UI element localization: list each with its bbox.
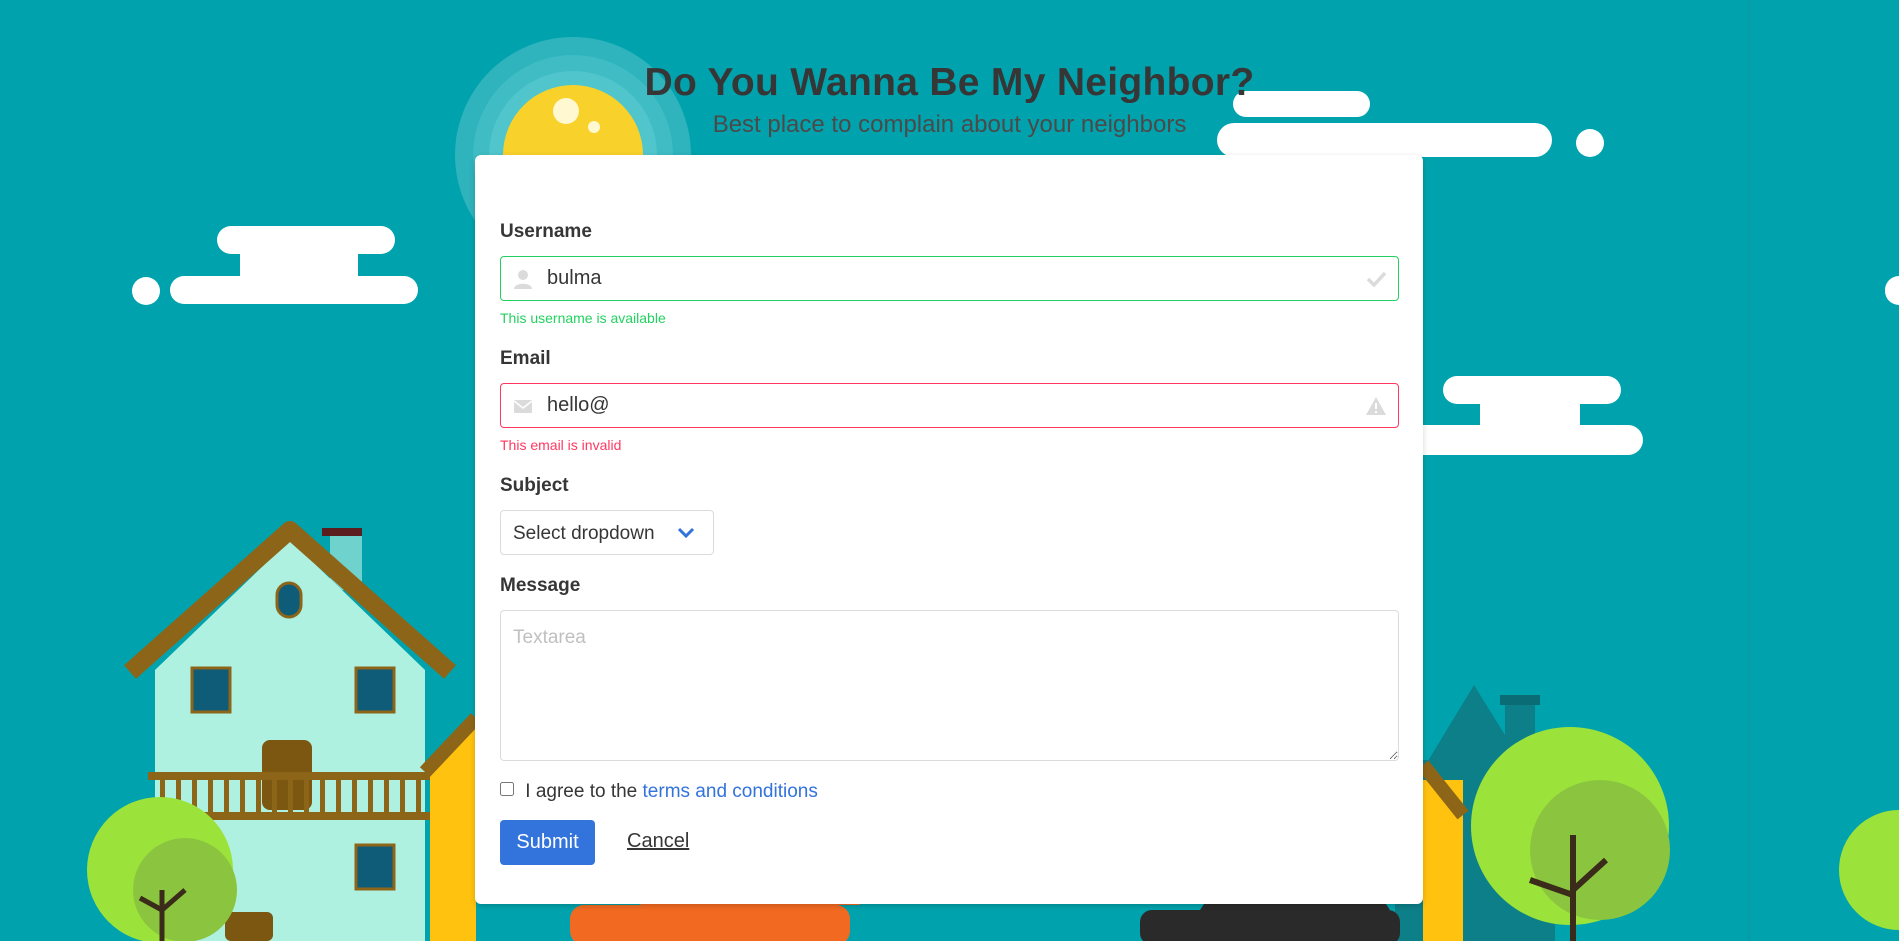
email-input[interactable] (500, 383, 1399, 428)
message-field-group: Message (500, 574, 1399, 766)
page-header: Do You Wanna Be My Neighbor? Best place … (0, 58, 1899, 142)
form-card: Username This username is available Emai… (475, 155, 1423, 904)
page-title: Do You Wanna Be My Neighbor? (644, 61, 1255, 104)
subject-field-group: Subject Select dropdown (500, 474, 1399, 555)
chevron-down-icon (677, 527, 695, 539)
warning-icon (1366, 397, 1386, 415)
username-help-text: This username is available (500, 310, 666, 326)
page-subtitle: Best place to complain about your neighb… (712, 111, 1187, 138)
username-input[interactable] (500, 256, 1399, 301)
cancel-button[interactable]: Cancel (627, 830, 689, 853)
check-icon (1366, 271, 1387, 288)
message-label: Message (500, 575, 581, 596)
subject-select-value: Select dropdown (513, 523, 655, 544)
subject-select[interactable]: Select dropdown (500, 510, 714, 555)
email-help-text: This email is invalid (500, 437, 622, 453)
username-control (500, 256, 1399, 301)
message-textarea[interactable] (500, 610, 1399, 761)
email-label: Email (500, 348, 551, 369)
user-icon (514, 270, 532, 289)
terms-text: I agree to the (525, 781, 638, 802)
terms-checkbox[interactable] (500, 782, 514, 796)
email-field-group: Email This email is invalid (500, 347, 1399, 468)
envelope-icon (513, 400, 533, 413)
subject-label: Subject (500, 475, 569, 496)
terms-row: I agree to the terms and conditions (500, 781, 818, 803)
username-label: Username (500, 221, 592, 242)
email-control (500, 383, 1399, 428)
form-actions: Submit Cancel (500, 820, 689, 865)
terms-link[interactable]: terms and conditions (643, 781, 818, 802)
submit-button[interactable]: Submit (500, 820, 595, 865)
username-field-group: Username This username is available (500, 220, 1399, 341)
